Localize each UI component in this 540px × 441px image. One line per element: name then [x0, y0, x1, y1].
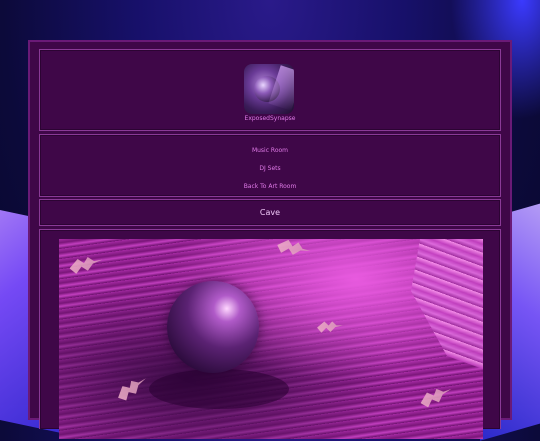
link-dj-sets[interactable]: DJ Sets: [40, 165, 500, 172]
artwork-sphere: [167, 281, 259, 373]
artwork-leaf: [276, 239, 312, 258]
artwork-leaf: [418, 382, 455, 409]
page-title: Cave: [259, 208, 281, 217]
profile-box: ExposedSynapse: [39, 49, 501, 131]
avatar-streak: [268, 65, 294, 111]
artwork-box: [39, 229, 501, 439]
artwork-sphere-shadow: [149, 369, 289, 409]
artwork-image[interactable]: [59, 239, 483, 439]
page-title-box: Cave: [39, 199, 501, 226]
artwork-leaf: [317, 320, 344, 333]
username-label: ExposedSynapse: [244, 115, 296, 122]
avatar: [244, 64, 294, 114]
link-music-room[interactable]: Music Room: [40, 147, 500, 154]
artwork-leaf: [114, 373, 150, 404]
artwork-leaf: [68, 253, 104, 275]
main-panel: ExposedSynapse Music Room DJ Sets Back T…: [28, 40, 512, 439]
artwork-ridge: [411, 239, 483, 369]
nav-links-box: Music Room DJ Sets Back To Art Room: [39, 134, 501, 197]
link-back-to-art-room[interactable]: Back To Art Room: [40, 183, 500, 190]
